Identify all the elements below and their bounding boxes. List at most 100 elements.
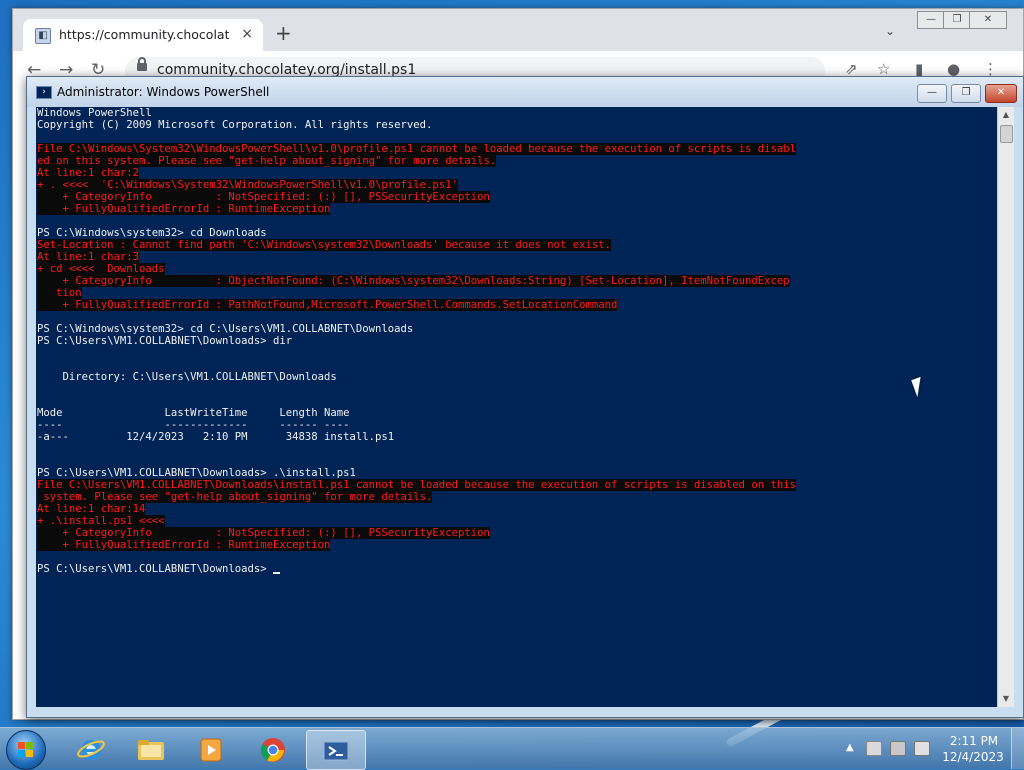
scroll-up-icon[interactable]: ▲: [998, 107, 1014, 123]
taskbar-chrome[interactable]: [244, 730, 302, 768]
console-error-line: + . <<<< 'C:\Windows\System32\WindowsPow…: [37, 179, 796, 191]
media-player-icon: [196, 736, 226, 762]
console-line-text: At line:1 char:2: [37, 167, 140, 179]
console-line-text: At line:1 char:3: [37, 251, 140, 263]
tab-search-icon[interactable]: ⌄: [885, 24, 895, 38]
console-line-text: + CategoryInfo : NotSpecified: (:) [], P…: [37, 527, 490, 539]
taskbar-internet-explorer[interactable]: [62, 730, 120, 768]
console-line-text: + .\install.ps1 <<<<: [37, 515, 165, 527]
console-error-line: + cd <<<< Downloads: [37, 263, 796, 275]
console-line-text: At line:1 char:14: [37, 503, 146, 515]
minimize-button[interactable]: —: [917, 84, 947, 103]
taskbar: ▲ 2:11 PM 12/4/2023: [0, 727, 1024, 770]
browser-tab[interactable]: ◧ https://community.chocolatey.or ×: [23, 19, 263, 51]
start-button[interactable]: [6, 730, 46, 770]
powershell-titlebar[interactable]: › Administrator: Windows PowerShell — ❐ …: [27, 77, 1023, 107]
console-error-line: tion: [37, 287, 796, 299]
console-line: Copyright (C) 2009 Microsoft Corporation…: [37, 119, 796, 131]
tab-close-icon[interactable]: ×: [241, 26, 253, 42]
console-prompt-line[interactable]: PS C:\Users\VM1.COLLABNET\Downloads>: [37, 563, 796, 575]
browser-minimize-button[interactable]: —: [917, 11, 945, 29]
console-line-text: File C:\Windows\System32\WindowsPowerShe…: [37, 143, 796, 155]
tab-title: https://community.chocolatey.or: [59, 27, 229, 42]
console-line-text: Set-Location : Cannot find path 'C:\Wind…: [37, 239, 612, 251]
folder-icon: [136, 736, 166, 762]
console-line: PS C:\Windows\system32> cd Downloads: [37, 227, 796, 239]
console-error-line: + CategoryInfo : ObjectNotFound: (C:\Win…: [37, 275, 796, 287]
clock-time[interactable]: 2:11 PM: [944, 734, 1004, 748]
console-error-line: File C:\Users\VM1.COLLABNET\Downloads\in…: [37, 479, 796, 491]
console-error-line: File C:\Windows\System32\WindowsPowerShe…: [37, 143, 796, 155]
console-error-line: At line:1 char:2: [37, 167, 796, 179]
internet-explorer-icon: [76, 736, 106, 762]
console-line-text: ed on this system. Please see "get-help …: [37, 155, 497, 167]
taskbar-media-player[interactable]: [182, 730, 240, 768]
console-line-text: ---- ------------- ------ ----: [37, 419, 350, 431]
lock-icon: [137, 57, 147, 71]
close-button[interactable]: ✕: [985, 84, 1017, 103]
console-error-line: + FullyQualifiedErrorId : RuntimeExcepti…: [37, 539, 796, 551]
console-error-line: + FullyQualifiedErrorId : PathNotFound,M…: [37, 299, 796, 311]
console-error-line: + FullyQualifiedErrorId : RuntimeExcepti…: [37, 203, 796, 215]
new-tab-button[interactable]: +: [275, 23, 292, 43]
console-text: Windows PowerShell Copyright (C) 2009 Mic…: [37, 107, 796, 575]
console-output[interactable]: Windows PowerShell Copyright (C) 2009 Mic…: [36, 107, 998, 707]
show-hidden-icons-button[interactable]: ▲: [846, 742, 854, 753]
powershell-window: › Administrator: Windows PowerShell — ❐ …: [26, 76, 1024, 718]
scroll-thumb[interactable]: [1000, 125, 1013, 143]
console-error-line: At line:1 char:14: [37, 503, 796, 515]
console-line: ---- ------------- ------ ----: [37, 419, 796, 431]
taskbar-file-explorer[interactable]: [122, 730, 180, 768]
console-line-text: tion: [37, 287, 82, 299]
console-line-text: PS C:\Users\VM1.COLLABNET\Downloads> dir: [37, 335, 293, 347]
console-line: PS C:\Users\VM1.COLLABNET\Downloads> dir: [37, 335, 796, 347]
console-line-text: + FullyQualifiedErrorId : RuntimeExcepti…: [37, 203, 331, 215]
scroll-down-icon[interactable]: ▼: [998, 691, 1014, 707]
console-line-text: system. Please see "get-help about_signi…: [37, 491, 433, 503]
console-line-text: Mode LastWriteTime Length Name: [37, 407, 350, 419]
console-error-line: Set-Location : Cannot find path 'C:\Wind…: [37, 239, 796, 251]
console-line-text: -a--- 12/4/2023 2:10 PM 34838 install.ps…: [37, 431, 395, 443]
window-title: Administrator: Windows PowerShell: [57, 85, 270, 99]
chrome-icon: [258, 736, 288, 762]
console-line-text: Directory: C:\Users\VM1.COLLABNET\Downlo…: [37, 371, 337, 383]
browser-close-button[interactable]: ✕: [969, 11, 1007, 29]
console-line-text: + CategoryInfo : ObjectNotFound: (C:\Win…: [37, 275, 790, 287]
console-line-text: PS C:\Users\VM1.COLLABNET\Downloads> .\i…: [37, 467, 356, 479]
console-line-text: PS C:\Windows\system32> cd Downloads: [37, 227, 267, 239]
browser-maximize-button[interactable]: ❐: [943, 11, 971, 29]
console-error-line: + .\install.ps1 <<<<: [37, 515, 796, 527]
console-line-text: + FullyQualifiedErrorId : PathNotFound,M…: [37, 299, 618, 311]
console-line: PS C:\Users\VM1.COLLABNET\Downloads> .\i…: [37, 467, 796, 479]
powershell-icon: [321, 737, 351, 763]
action-center-flag-icon[interactable]: [866, 741, 882, 756]
powershell-icon: ›: [36, 86, 52, 99]
console-line-text: + CategoryInfo : NotSpecified: (:) [], P…: [37, 191, 490, 203]
page-favicon-icon: ◧: [35, 28, 51, 44]
console-error-line: system. Please see "get-help about_signi…: [37, 491, 796, 503]
console-line: PS C:\Windows\system32> cd C:\Users\VM1.…: [37, 323, 796, 335]
show-desktop-button[interactable]: [1011, 728, 1024, 769]
console-error-line: + CategoryInfo : NotSpecified: (:) [], P…: [37, 191, 796, 203]
windows-logo-icon: [18, 742, 34, 758]
maximize-button[interactable]: ❐: [951, 84, 981, 103]
console-line-text: PS C:\Windows\system32> cd C:\Users\VM1.…: [37, 323, 414, 335]
vertical-scrollbar[interactable]: ▲ ▼: [997, 107, 1014, 707]
console-prompt: PS C:\Users\VM1.COLLABNET\Downloads>: [37, 563, 273, 575]
volume-muted-icon[interactable]: [914, 741, 930, 756]
console-error-line: At line:1 char:3: [37, 251, 796, 263]
taskbar-powershell[interactable]: [306, 730, 366, 770]
text-cursor: [273, 572, 280, 574]
network-icon[interactable]: [890, 741, 906, 756]
console-line-text: + . <<<< 'C:\Windows\System32\WindowsPow…: [37, 179, 458, 191]
clock-date[interactable]: 12/4/2023: [940, 750, 1006, 764]
